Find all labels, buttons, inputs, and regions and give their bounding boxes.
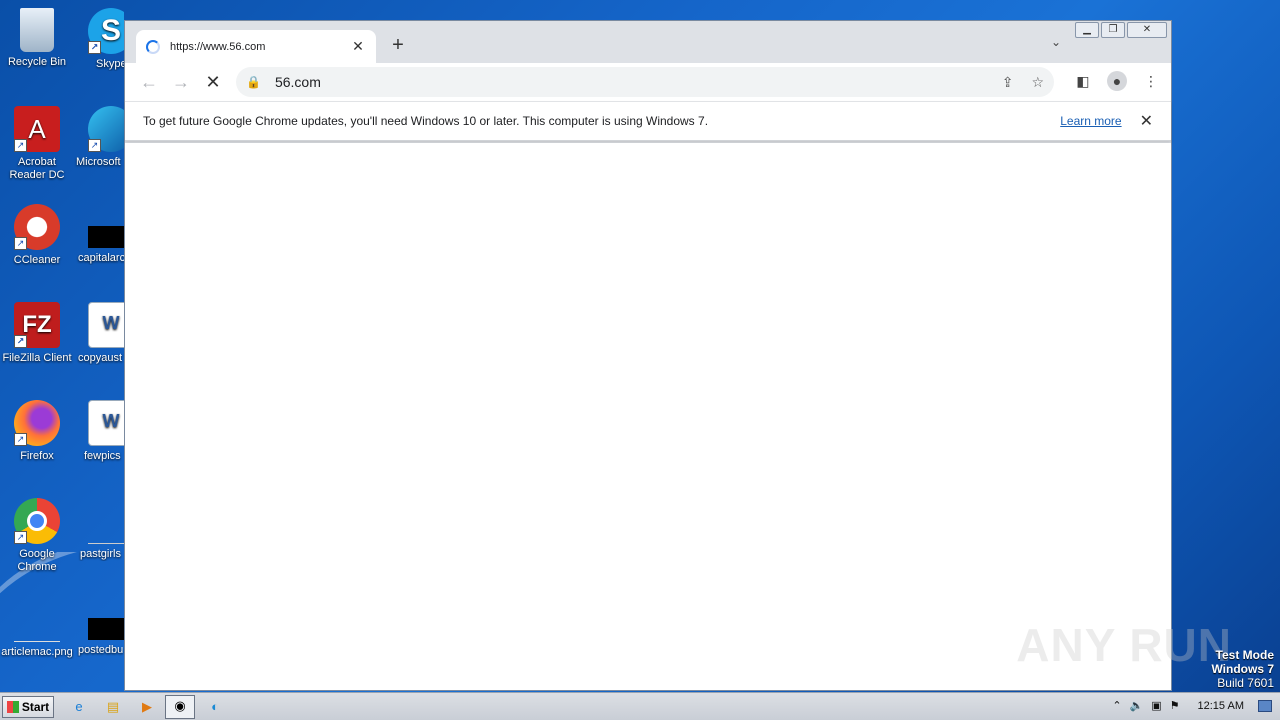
file-explorer-icon[interactable]: ▤ [102,697,124,717]
tray-expand-icon[interactable]: ⌃ [1112,699,1121,712]
desktop-icon-capitalarc[interactable]: capitalarc [74,204,124,265]
learn-more-link[interactable]: Learn more [1060,114,1121,128]
recycle-bin-icon [20,8,54,52]
window-controls: ▁ ❐ ✕ [1075,22,1167,38]
stop-loading-button[interactable]: ✕ [197,72,229,93]
infobar-message: To get future Google Chrome updates, you… [143,114,709,128]
new-tab-button[interactable]: + [388,34,408,57]
desktop-icon-acrobat[interactable]: A ↗ Acrobat Reader DC [0,106,74,182]
show-desktop-button[interactable] [1258,699,1272,712]
chrome-icon: ↗ [14,498,60,544]
media-player-icon[interactable]: ▶ [136,697,158,717]
desktop-icon-chrome[interactable]: ↗ Google Chrome [0,498,74,574]
infobar-close-icon[interactable]: ✕ [1140,111,1153,131]
desktop-icon-filezilla[interactable]: FZ ↗ FileZilla Client [0,302,74,365]
desktop-icon-postedbu[interactable]: postedbu [74,596,124,657]
menu-kebab-icon[interactable]: ⋮ [1141,73,1161,90]
windows-flag-icon [6,701,19,713]
ccleaner-icon: ↗ [14,204,60,250]
system-tray: ⌃ 🔈 ▣ ⚑ 12:15 AM [1112,699,1272,712]
desktop-icon-skype[interactable]: S ↗ Skype [74,8,124,71]
test-mode-notice: Test Mode Windows 7 Build 7601 [1211,648,1274,690]
firefox-icon: ↗ [14,400,60,446]
toolbar: ← → ✕ 🔒 56.com ⇪ ☆ ◧ ● ⋮ [125,63,1171,101]
desktop-icon-articlemac[interactable]: articlemac.png [0,596,74,659]
start-button[interactable]: Start [2,696,54,718]
desktop-icon-pastgirls[interactable]: pastgirls [74,498,124,561]
page-content[interactable] [125,143,1171,690]
tab-title: https://www.56.com [170,40,266,53]
back-button[interactable]: ← [133,72,165,93]
desktop-icon-fewpics[interactable]: W fewpics [74,400,124,463]
forward-button[interactable]: → [165,72,197,93]
profile-avatar-icon[interactable]: ● [1107,71,1127,91]
skype-icon: S ↗ [88,8,124,54]
desktop-icon-ccleaner[interactable]: ↗ CCleaner [0,204,74,267]
desktop-icon-firefox[interactable]: ↗ Firefox [0,400,74,463]
taskbar: Start e ▤ ▶ ◉ ◐ ⌃ 🔈 ▣ ⚑ 12:15 AM [0,692,1280,720]
desktop-icon-edge[interactable]: ↗ Microsoft [74,106,124,169]
volume-icon[interactable]: 🔈 [1130,699,1144,712]
address-bar[interactable]: 🔒 56.com ⇪ ☆ [236,67,1054,97]
file-icon [88,498,124,544]
url-text[interactable]: 56.com [275,74,984,90]
loading-spinner-icon [146,39,160,54]
image-icon [14,596,60,642]
file-icon [88,618,124,640]
word-icon: W [88,302,124,348]
taskbar-edge-icon[interactable]: ◐ [204,697,226,717]
word-icon: W [88,400,124,446]
network-icon[interactable]: ▣ [1151,699,1161,712]
clock[interactable]: 12:15 AM [1198,700,1244,712]
edge-icon: ↗ [88,106,124,152]
desktop-icon-copyaust[interactable]: W copyaust [74,302,124,365]
filezilla-icon: FZ ↗ [14,302,60,348]
close-window-button[interactable]: ✕ [1127,22,1167,38]
file-icon [88,226,124,248]
minimize-button[interactable]: ▁ [1075,22,1099,38]
chrome-window: ▁ ❐ ✕ https://www.56.com ✕ + ⌄ ← → ✕ 🔒 5… [124,20,1172,691]
side-panel-icon[interactable]: ◧ [1073,73,1093,90]
tab-active[interactable]: https://www.56.com ✕ [136,30,376,63]
taskbar-chrome-icon[interactable]: ◉ [165,695,195,719]
update-infobar: To get future Google Chrome updates, you… [125,101,1171,141]
tab-search-chevron-icon[interactable]: ⌄ [1051,35,1061,49]
lock-icon[interactable]: 🔒 [246,75,261,89]
tab-close-icon[interactable]: ✕ [350,38,366,55]
restore-button[interactable]: ❐ [1101,22,1125,38]
desktop-icon-recycle-bin[interactable]: Recycle Bin [0,8,74,69]
anyrun-watermark: ANY RUN [1016,619,1232,671]
acrobat-icon: A ↗ [14,106,60,152]
bookmark-star-icon[interactable]: ☆ [1031,74,1044,91]
share-icon[interactable]: ⇪ [1002,74,1014,91]
internet-explorer-icon[interactable]: e [68,697,90,717]
action-center-flag-icon[interactable]: ⚑ [1170,699,1180,712]
